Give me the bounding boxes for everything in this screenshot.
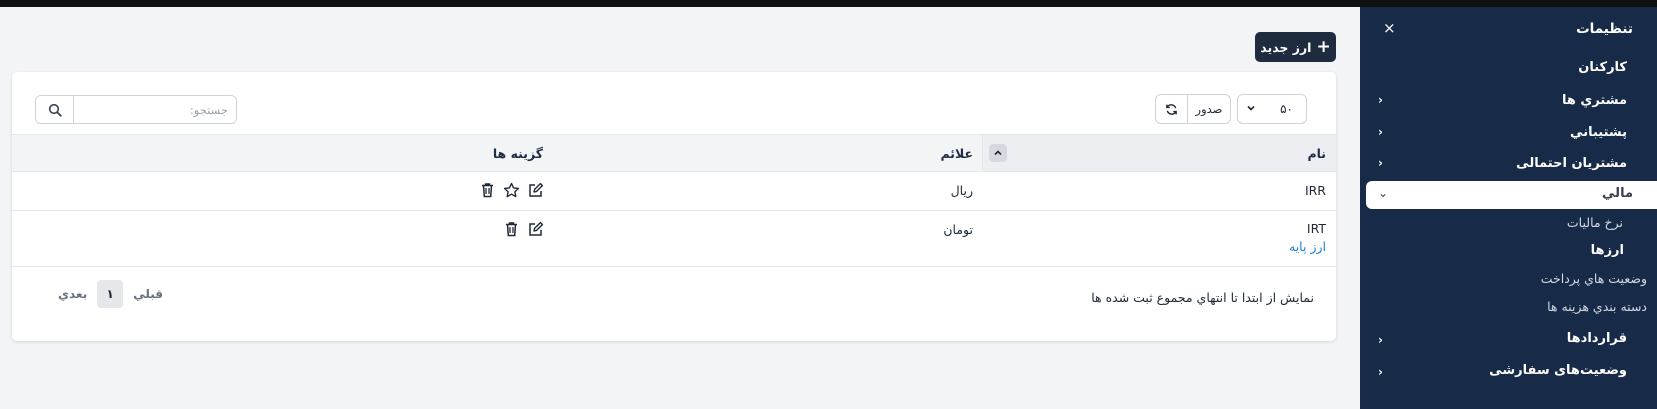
sidebar-subitem-currencies[interactable]: ارزها bbox=[1591, 243, 1624, 258]
edit-icon[interactable] bbox=[526, 220, 544, 238]
sidebar-item-label: مشتري ها bbox=[1561, 93, 1627, 108]
new-currency-button[interactable]: + ارز جديد bbox=[1255, 32, 1336, 62]
column-header-name[interactable]: نام bbox=[1307, 146, 1326, 161]
sidebar-subitem-tax-rates[interactable]: نرخ ماليات bbox=[1567, 215, 1623, 230]
base-currency-label: ارز پايه bbox=[1289, 239, 1326, 254]
chevron-down-icon bbox=[1247, 105, 1255, 111]
previous-page-button[interactable]: قبلي bbox=[133, 287, 163, 301]
chevron-down-icon: ⌄ bbox=[1378, 186, 1389, 200]
chevron-left-icon: ‹ bbox=[1378, 93, 1383, 107]
search-box bbox=[35, 95, 237, 124]
table-actions: صدور bbox=[1155, 94, 1231, 124]
sidebar-subitem-payment-modes[interactable]: وضعيت هاي پرداخت bbox=[1541, 271, 1647, 286]
chevron-left-icon: ‹ bbox=[1378, 333, 1383, 347]
row-actions bbox=[478, 181, 544, 199]
close-icon[interactable]: × bbox=[1383, 19, 1396, 37]
sidebar-item-finance[interactable]: مالي ⌄ bbox=[1366, 181, 1657, 209]
sidebar-item-label: کارکنان bbox=[1578, 60, 1627, 75]
name-column-header-bg bbox=[982, 135, 1336, 171]
new-currency-label: ارز جديد bbox=[1260, 39, 1312, 55]
search-icon[interactable] bbox=[36, 96, 74, 123]
sidebar-item-label: قراردادها bbox=[1566, 331, 1627, 346]
refresh-button[interactable] bbox=[1155, 94, 1188, 124]
export-button[interactable]: صدور bbox=[1188, 94, 1231, 124]
table-info-text: نمايش از ابتدا تا انتهاي مجموع ثبت شده ه… bbox=[1091, 290, 1314, 305]
sort-icon[interactable] bbox=[989, 144, 1007, 162]
plus-icon: + bbox=[1316, 36, 1331, 57]
table-row: IRR ريال bbox=[12, 172, 1336, 211]
sidebar-title-label: تنظيمات bbox=[1576, 21, 1633, 37]
chevron-left-icon: ‹ bbox=[1378, 125, 1383, 139]
page-size-value: ۵۰ bbox=[1280, 102, 1293, 116]
chevron-left-icon: ‹ bbox=[1378, 365, 1383, 379]
column-header-options: گزينه ها bbox=[492, 146, 543, 161]
next-page-button[interactable]: بعدي bbox=[58, 287, 87, 301]
sidebar-item-label: پشتيباني bbox=[1570, 125, 1627, 140]
currencies-card: صدور ۵۰ نام علائم گزينه ها IRR ريال bbox=[12, 72, 1336, 341]
sidebar-subitem-expense-categories[interactable]: دسته بندي هزينه ها bbox=[1547, 299, 1647, 314]
sidebar-item-label: مشتريان احتمالی bbox=[1516, 156, 1627, 171]
trash-icon[interactable] bbox=[502, 220, 520, 238]
table-header: نام علائم گزينه ها bbox=[12, 134, 1336, 172]
edit-icon[interactable] bbox=[526, 181, 544, 199]
window-top-bar bbox=[0, 0, 1657, 7]
star-icon[interactable] bbox=[502, 181, 520, 199]
page-number-button[interactable]: ۱ bbox=[97, 280, 124, 308]
currency-symbol: ريال bbox=[950, 183, 973, 198]
chevron-left-icon: ‹ bbox=[1378, 156, 1383, 170]
currency-symbol: تومان bbox=[943, 222, 973, 237]
trash-icon[interactable] bbox=[478, 181, 496, 199]
column-header-symbol[interactable]: علائم bbox=[940, 146, 973, 161]
currency-name: IRT bbox=[1306, 221, 1326, 236]
pagination: بعدي ۱ قبلي bbox=[58, 280, 163, 308]
settings-sidebar: تنظيمات × کارکنان مشتري ها ‹ پشتيباني ‹ … bbox=[1360, 7, 1657, 409]
sidebar-item-label: مالي bbox=[1602, 186, 1633, 201]
refresh-icon bbox=[1166, 103, 1177, 115]
row-actions bbox=[502, 220, 544, 238]
currency-name: IRR bbox=[1304, 183, 1326, 198]
page-size-select[interactable]: ۵۰ bbox=[1237, 94, 1307, 124]
table-row: IRT ارز پايه تومان bbox=[12, 211, 1336, 267]
sidebar-item-label: وضعیت‌های سفارشی bbox=[1489, 363, 1627, 378]
search-input[interactable] bbox=[74, 96, 236, 123]
